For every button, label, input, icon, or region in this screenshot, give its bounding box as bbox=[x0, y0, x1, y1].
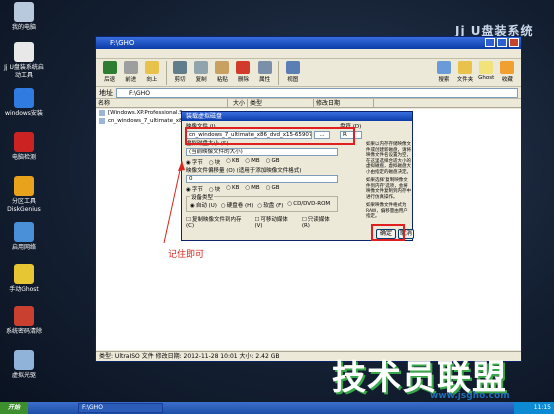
folder-icon bbox=[458, 61, 473, 74]
desktop-icon-diskgenius[interactable]: 分区工具 DiskGenius bbox=[2, 176, 46, 214]
column-headers: 名称 大小 类型 修改日期 bbox=[96, 99, 521, 108]
paste-button[interactable]: 粘贴 bbox=[213, 61, 232, 83]
copy-button[interactable]: 复制 bbox=[192, 61, 211, 83]
col-name[interactable]: 名称 bbox=[96, 99, 228, 107]
scissors-icon bbox=[172, 61, 187, 74]
properties-button[interactable]: 属性 bbox=[255, 61, 274, 83]
annotation-arrow bbox=[163, 160, 185, 244]
desktop-icon-virtual-drive[interactable]: 虚拟光驱 bbox=[2, 350, 46, 380]
device-auto-radio[interactable]: 自动 (U) bbox=[190, 201, 217, 209]
annotation-text: 记住即可 bbox=[168, 250, 205, 260]
close-button[interactable] bbox=[509, 38, 519, 47]
desktop-icon-network[interactable]: 启用网络 bbox=[2, 222, 46, 252]
computer-icon bbox=[14, 2, 34, 22]
offset-input[interactable]: 0 bbox=[186, 175, 338, 183]
size-unit-kb[interactable]: KB bbox=[226, 158, 239, 166]
up-button[interactable]: 向上 bbox=[142, 61, 161, 83]
clock: 11:15 bbox=[533, 404, 551, 411]
device-hdd-radio[interactable]: 硬盘卷 (H) bbox=[221, 201, 254, 209]
windows-icon bbox=[14, 88, 34, 108]
removable-media-checkbox[interactable]: 可移动媒体 (V) bbox=[254, 215, 295, 229]
offset-unit-kb[interactable]: KB bbox=[226, 185, 239, 193]
forward-icon bbox=[123, 61, 138, 74]
desktop-icon-jj-tool[interactable]: Jj U盘装系统启动工具 bbox=[2, 42, 46, 80]
desktop-icon-my-computer[interactable]: 我的电脑 bbox=[2, 2, 46, 32]
system-tray: 11:15 bbox=[514, 402, 554, 414]
back-button[interactable]: 后退 bbox=[100, 61, 119, 83]
minimize-button[interactable] bbox=[485, 38, 495, 47]
device-type-group: 设备类型 自动 (U) 硬盘卷 (H) 软盘 (F) CD/DVD-ROM bbox=[186, 193, 338, 212]
device-cdrom-radio[interactable]: CD/DVD-ROM bbox=[287, 201, 330, 209]
size-unit-mb[interactable]: MB bbox=[245, 158, 260, 166]
folders-button[interactable]: 文件夹 bbox=[455, 61, 474, 83]
device-floppy-radio[interactable]: 软盘 (F) bbox=[257, 201, 283, 209]
view-icon bbox=[285, 61, 300, 74]
tool-icon bbox=[14, 42, 34, 62]
ghost-icon bbox=[14, 264, 34, 284]
start-button[interactable]: 开始 bbox=[0, 402, 28, 414]
desktop-icon-windows-install[interactable]: windows安装 bbox=[2, 88, 46, 118]
address-bar: 地址 F:\GHO bbox=[96, 87, 521, 99]
window-title: F:\GHO bbox=[110, 39, 135, 47]
cut-button[interactable]: 剪切 bbox=[170, 61, 189, 83]
search-icon bbox=[436, 61, 451, 74]
toolbar: 后退 前进 向上 剪切 复制 粘贴 删除 属性 视图 搜索 文件夹 Ghost … bbox=[96, 59, 521, 87]
desktop-icon-pc-check[interactable]: 电脑检测 bbox=[2, 132, 46, 162]
file-item[interactable]: [Windows.XP.Professional.SP3] bbox=[96, 109, 182, 117]
taskbar-item[interactable]: F:\GHO bbox=[78, 403, 163, 413]
size-unit-group: 字节 块 KB MB GB bbox=[186, 158, 338, 166]
paste-icon bbox=[215, 61, 230, 74]
address-label: 地址 bbox=[99, 88, 113, 97]
dialog-title[interactable]: 装载虚拟磁盘 bbox=[182, 112, 412, 121]
desktop-icon-password-clear[interactable]: 系统密码清除 bbox=[2, 306, 46, 336]
highlight-image-file bbox=[185, 127, 355, 145]
highlight-ok-button bbox=[371, 224, 405, 241]
back-icon bbox=[102, 61, 117, 74]
vdisk-size-input[interactable]: (当前映像文件的大小) bbox=[186, 148, 338, 156]
search-button[interactable]: 搜索 bbox=[434, 61, 453, 83]
address-input[interactable]: F:\GHO bbox=[116, 87, 518, 98]
ghost-icon bbox=[479, 61, 494, 74]
desktop-icon-ghost[interactable]: 手动Ghost bbox=[2, 264, 46, 294]
offset-unit-mb[interactable]: MB bbox=[245, 185, 260, 193]
col-size[interactable]: 大小 bbox=[228, 99, 248, 107]
site-watermark: www.jsgho.com bbox=[430, 391, 510, 401]
device-type-label: 设备类型 bbox=[190, 193, 215, 201]
window-titlebar[interactable]: F:\GHO bbox=[96, 37, 521, 49]
maximize-button[interactable] bbox=[497, 38, 507, 47]
ghost-button[interactable]: Ghost bbox=[477, 61, 496, 81]
check-icon bbox=[14, 132, 34, 152]
forward-button[interactable]: 前进 bbox=[121, 61, 140, 83]
disc-icon bbox=[14, 350, 34, 370]
offset-unit-gb[interactable]: GB bbox=[266, 185, 280, 193]
copy-to-memory-checkbox[interactable]: 复制映像文件到内存 (C) bbox=[186, 215, 248, 229]
size-unit-gb[interactable]: GB bbox=[266, 158, 280, 166]
partition-icon bbox=[14, 176, 34, 196]
key-icon bbox=[14, 306, 34, 326]
favorites-button[interactable]: 收藏 bbox=[498, 61, 517, 83]
help-text: 如果以内存存储映像文件或创建新磁盘，请将映像文件名设置为空，在这里选择合适大小的… bbox=[366, 142, 411, 219]
col-type[interactable]: 类型 bbox=[248, 99, 314, 107]
offset-unit-block[interactable]: 块 bbox=[209, 185, 221, 193]
network-icon bbox=[14, 222, 34, 242]
delete-button[interactable]: 删除 bbox=[234, 61, 253, 83]
favorites-icon bbox=[500, 61, 515, 74]
offset-label: 映像文件偏移量 (O) bbox=[186, 168, 235, 174]
copy-icon bbox=[194, 61, 209, 74]
col-date[interactable]: 修改日期 bbox=[314, 99, 374, 107]
readonly-media-checkbox[interactable]: 只读媒体 (R) bbox=[302, 215, 338, 229]
offset-note: (适用于添加映像文件格式) bbox=[236, 168, 302, 174]
properties-icon bbox=[257, 61, 272, 74]
size-unit-block[interactable]: 块 bbox=[209, 158, 221, 166]
folder-up-icon bbox=[144, 61, 159, 74]
view-button[interactable]: 视图 bbox=[283, 61, 302, 83]
delete-icon bbox=[236, 61, 251, 74]
file-item[interactable]: cn_windows_7_ultimate_x86 bbox=[96, 117, 182, 125]
taskbar: 开始 F:\GHO 11:15 bbox=[0, 402, 554, 414]
menu-bar bbox=[96, 49, 521, 59]
offset-unit-group: 字节 块 KB MB GB bbox=[186, 185, 338, 193]
